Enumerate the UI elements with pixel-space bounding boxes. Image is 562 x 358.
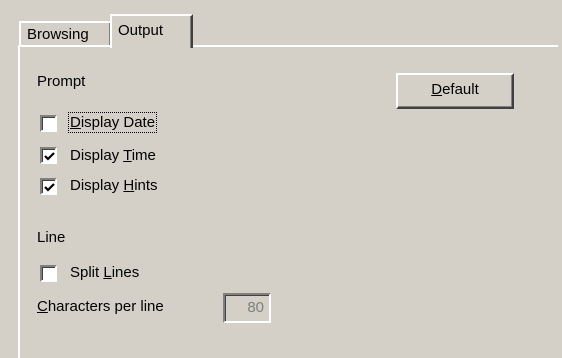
tab-browsing[interactable]: Browsing (19, 21, 112, 46)
options-dialog: Browsing Output Prompt Display Date Disp… (0, 0, 562, 358)
tab-output[interactable]: Output (110, 14, 193, 48)
tab-browsing-label: Browsing (27, 26, 89, 43)
tab-output-label: Output (118, 22, 164, 39)
tab-panel-output (18, 45, 558, 358)
